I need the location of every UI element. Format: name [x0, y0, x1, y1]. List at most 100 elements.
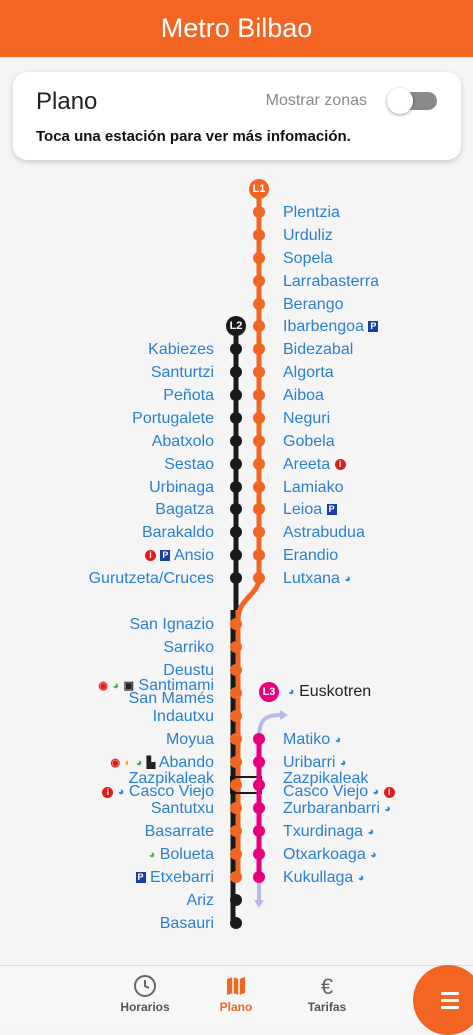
renfe-icon: ◉ — [98, 680, 108, 692]
station-aiboa[interactable]: Aiboa — [283, 387, 324, 405]
euro-icon: € — [320, 974, 334, 999]
station-barakaldo[interactable]: Barakaldo — [142, 524, 214, 542]
menu-icon — [441, 992, 459, 1013]
station-ibarbengoa[interactable]: Ibarbengoa P — [283, 318, 379, 336]
euskotren-icon: ◕ — [344, 573, 352, 585]
station-larrabasterra[interactable]: Larrabasterra — [283, 273, 379, 291]
euskotren-label: ◕ Euskotren — [288, 683, 371, 701]
station-urbinaga[interactable]: Urbinaga — [149, 479, 214, 497]
station-indautxu[interactable]: Indautxu — [153, 708, 214, 726]
station-matiko-label: Matiko — [283, 731, 331, 749]
euskotren-icon: ◕ — [334, 734, 342, 746]
station-bolueta[interactable]: ◕ Bolueta — [149, 846, 214, 864]
parking-icon: P — [160, 550, 171, 562]
station-sopela[interactable]: Sopela — [283, 250, 333, 268]
map-icon — [196, 974, 276, 1000]
station-casco-viejo-r[interactable]: Casco Viejo ◕ i — [283, 783, 395, 801]
station-etxebarri-label: Etxebarri — [149, 869, 214, 886]
station-txurdinaga[interactable]: Txurdinaga ◕ — [283, 823, 374, 841]
station-leioa-label: Leioa — [283, 501, 323, 518]
parking-icon: P — [135, 872, 146, 884]
renfe-icon: ◉ — [110, 757, 121, 769]
tab-plano-label: Plano — [219, 1000, 253, 1014]
toggle-knob[interactable] — [387, 88, 413, 114]
station-penota[interactable]: Peñota — [163, 387, 214, 405]
station-bidezabal[interactable]: Bidezabal — [283, 341, 353, 359]
metro-lines-svg — [230, 192, 288, 929]
metro-map: L1 L2 L3 ◕ Euskotren Plentzia Urduliz So… — [0, 170, 473, 965]
station-kukullaga[interactable]: Kukullaga ◕ — [283, 869, 364, 887]
euskotren-text: Euskotren — [299, 683, 372, 701]
station-moyua[interactable]: Moyua — [166, 731, 214, 749]
station-sestao[interactable]: Sestao — [164, 456, 214, 474]
station-astrabudua[interactable]: Astrabudua — [283, 524, 365, 542]
station-gobela[interactable]: Gobela — [283, 433, 335, 451]
info-icon: i — [334, 459, 346, 471]
station-plentzia[interactable]: Plentzia — [283, 204, 340, 222]
tab-tarifas[interactable]: € Tarifas — [287, 974, 367, 1014]
l1-crossover — [235, 577, 262, 621]
station-txurdinaga-label: Txurdinaga — [283, 823, 364, 841]
station-matiko[interactable]: Matiko ◕ — [283, 731, 341, 749]
station-areeta[interactable]: Areeta i — [283, 456, 346, 474]
station-leioa[interactable]: Leioa P — [283, 501, 337, 519]
station-kabiezes[interactable]: Kabiezes — [148, 341, 214, 359]
card-title: Plano — [36, 88, 98, 115]
station-kukullaga-label: Kukullaga — [283, 869, 354, 887]
station-zurbaranbarri-label: Zurbaranbarri — [283, 800, 380, 818]
station-santutxu[interactable]: Santutxu — [151, 800, 214, 818]
clock-icon — [105, 974, 185, 1000]
bizkaibus-icon: ◕ — [112, 680, 120, 692]
station-basarrate[interactable]: Basarrate — [145, 823, 214, 841]
bizkaibus-icon: ◕ — [148, 849, 156, 861]
station-otxarkoaga[interactable]: Otxarkoaga ◕ — [283, 846, 377, 864]
station-erandio[interactable]: Erandio — [283, 547, 338, 565]
station-berango[interactable]: Berango — [283, 296, 344, 314]
info-icon: i — [383, 786, 395, 798]
station-lutxana-label: Lutxana — [283, 570, 340, 588]
l1-stops — [253, 206, 265, 584]
station-lutxana[interactable]: Lutxana ◕ — [283, 570, 351, 588]
station-ansio[interactable]: i P Ansio — [144, 547, 214, 565]
station-basauri[interactable]: Basauri — [160, 915, 214, 933]
station-zurbaranbarri[interactable]: Zurbaranbarri ◕ — [283, 800, 391, 818]
station-uribarri-label: Uribarri — [283, 754, 336, 772]
station-otxarkoaga-label: Otxarkoaga — [283, 846, 366, 864]
euskotren-icon: ◕ — [117, 786, 125, 798]
station-casco-viejo-l-label: Casco Viejo — [128, 783, 214, 801]
parking-icon: P — [326, 504, 337, 516]
l3-badge: L3 — [259, 682, 279, 702]
tab-tarifas-label: Tarifas — [307, 1000, 347, 1014]
station-bolueta-label: Bolueta — [159, 846, 214, 864]
station-bagatza[interactable]: Bagatza — [155, 501, 214, 519]
station-abando-label: Abando — [158, 754, 214, 772]
station-abatxolo[interactable]: Abatxolo — [152, 433, 214, 451]
station-san-mames[interactable]: San Mamés — [129, 690, 214, 708]
plano-card: Plano Mostrar zonas Toca una estación pa… — [13, 72, 461, 160]
tab-horarios[interactable]: Horarios — [105, 974, 185, 1014]
station-ariz[interactable]: Ariz — [186, 892, 214, 910]
station-casco-viejo-l[interactable]: i ◕ Casco Viejo — [102, 783, 214, 801]
station-santurtzi[interactable]: Santurtzi — [151, 364, 214, 382]
station-gurutzeta[interactable]: Gurutzeta/Cruces — [89, 570, 214, 588]
station-ibarbengoa-label: Ibarbengoa — [283, 318, 364, 335]
app-title: Metro Bilbao — [160, 13, 313, 43]
station-portugalete[interactable]: Portugalete — [132, 410, 214, 428]
station-etxebarri[interactable]: P Etxebarri — [135, 869, 214, 887]
station-algorta[interactable]: Algorta — [283, 364, 334, 382]
euskotren-icon: ◕ — [288, 686, 295, 698]
app-header: Metro Bilbao — [0, 0, 473, 57]
station-ansio-label: Ansio — [173, 547, 214, 564]
station-neguri[interactable]: Neguri — [283, 410, 330, 428]
info-icon: i — [102, 786, 114, 798]
station-sarriko[interactable]: Sarriko — [163, 639, 214, 657]
tab-plano[interactable]: Plano — [196, 974, 276, 1014]
tab-horarios-label: Horarios — [120, 1000, 170, 1014]
station-urduliz[interactable]: Urduliz — [283, 227, 333, 245]
l2-badge: L2 — [226, 316, 246, 336]
station-san-ignazio[interactable]: San Ignazio — [129, 616, 214, 634]
euskotren-icon: ◕ — [372, 786, 380, 798]
station-lamiako[interactable]: Lamiako — [283, 479, 343, 497]
station-areeta-label: Areeta — [283, 456, 331, 473]
zones-toggle[interactable] — [387, 88, 437, 114]
